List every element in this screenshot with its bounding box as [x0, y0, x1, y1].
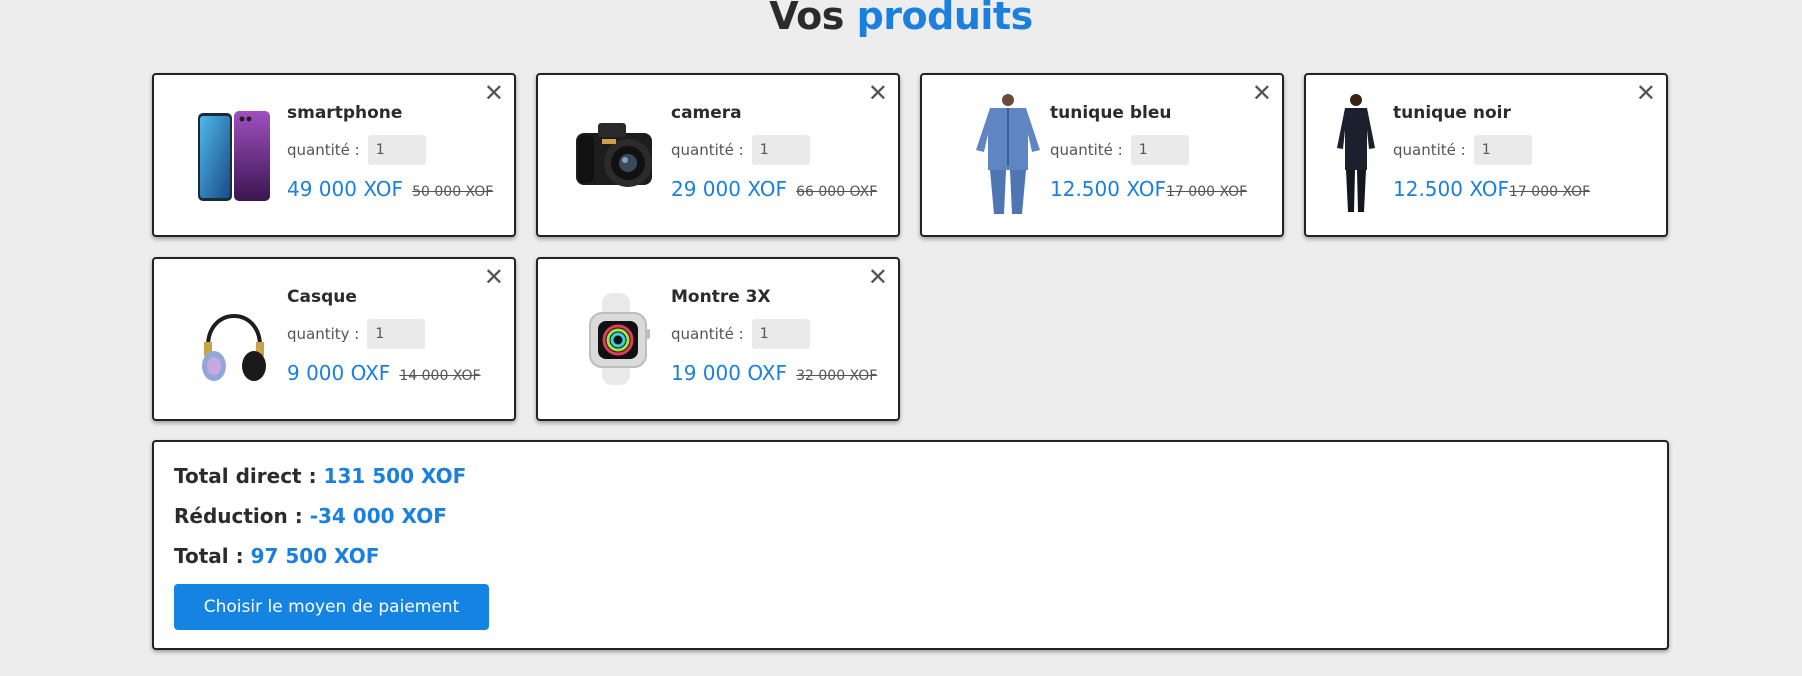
product-grid: ✕ smartphone quantité : 49 000 XOF — [152, 73, 1669, 421]
product-card: ✕ tunique noir quantité : 12.500 XOF17 0… — [1304, 73, 1668, 237]
product-price: 19 000 OXF — [671, 361, 788, 385]
reduction-label: Réduction : — [174, 504, 303, 528]
blue-tunic-image — [958, 93, 1058, 217]
product-card: ✕ Casque quantity : 9 000 OXF 14 000 XOF — [152, 257, 516, 421]
smartphone-image — [184, 93, 284, 217]
product-name: tunique noir — [1393, 103, 1511, 123]
product-name: smartphone — [287, 103, 403, 123]
product-price: 9 000 OXF — [287, 361, 391, 385]
quantity-label: quantité : — [671, 141, 744, 159]
close-icon[interactable]: ✕ — [484, 265, 504, 289]
close-icon[interactable]: ✕ — [484, 81, 504, 105]
quantity-input[interactable] — [367, 135, 426, 165]
close-icon[interactable]: ✕ — [868, 81, 888, 105]
total-direct-label: Total direct : — [174, 464, 317, 488]
camera-image — [568, 93, 668, 217]
product-price: 49 000 XOF — [287, 177, 404, 201]
total-value: 97 500 XOF — [250, 544, 380, 568]
total-label: Total : — [174, 544, 244, 568]
product-old-price: 17 000 XOF — [1166, 184, 1248, 200]
product-price: 12.500 XOF — [1050, 177, 1167, 201]
quantity-input[interactable] — [751, 135, 810, 165]
quantity-label: quantité : — [1393, 141, 1466, 159]
total-direct-value: 131 500 XOF — [323, 464, 467, 488]
choose-payment-button[interactable]: Choisir le moyen de paiement — [174, 584, 489, 630]
reduction-line: Réduction : -34 000 XOF — [174, 504, 1647, 528]
product-old-price: 32 000 XOF — [796, 368, 878, 384]
product-old-price: 66 000 OXF — [796, 184, 878, 200]
product-price: 29 000 XOF — [671, 177, 788, 201]
product-name: camera — [671, 103, 742, 123]
quantity-input[interactable] — [1473, 135, 1532, 165]
product-name: tunique bleu — [1050, 103, 1172, 123]
reduction-value: -34 000 XOF — [309, 504, 447, 528]
product-old-price: 17 000 XOF — [1509, 184, 1591, 200]
quantity-input[interactable] — [367, 319, 426, 349]
quantity-label: quantité : — [1050, 141, 1123, 159]
product-name: Casque — [287, 287, 357, 307]
page-title: Vos produits — [0, 0, 1802, 38]
product-card: ✕ smartphone quantité : 49 000 XOF — [152, 73, 516, 237]
quantity-label: quantity : — [287, 325, 360, 343]
close-icon[interactable]: ✕ — [868, 265, 888, 289]
black-tunic-image — [1326, 93, 1386, 217]
quantity-label: quantité : — [287, 141, 360, 159]
product-card: ✕ camera quantité : 29 000 XOF 66 000 O — [536, 73, 900, 237]
product-card: ✕ tunique bleu quantité : 12.500 XOF17 0… — [920, 73, 1284, 237]
close-icon[interactable]: ✕ — [1636, 81, 1656, 105]
product-old-price: 14 000 XOF — [399, 368, 481, 384]
close-icon[interactable]: ✕ — [1252, 81, 1272, 105]
quantity-input[interactable] — [751, 319, 810, 349]
product-price: 12.500 XOF — [1393, 177, 1510, 201]
product-old-price: 50 000 XOF — [412, 184, 494, 200]
headphones-image — [184, 277, 284, 401]
title-prefix: Vos — [769, 0, 844, 38]
smartwatch-image — [568, 277, 668, 401]
product-card: ✕ Montre 3X quantité : 19 000 OXF 32 000… — [536, 257, 900, 421]
total-direct-line: Total direct : 131 500 XOF — [174, 464, 1647, 488]
order-summary: Total direct : 131 500 XOF Réduction : -… — [152, 440, 1669, 650]
title-accent: produits — [856, 0, 1034, 38]
quantity-label: quantité : — [671, 325, 744, 343]
quantity-input[interactable] — [1130, 135, 1189, 165]
total-line: Total : 97 500 XOF — [174, 544, 1647, 568]
product-name: Montre 3X — [671, 287, 771, 307]
